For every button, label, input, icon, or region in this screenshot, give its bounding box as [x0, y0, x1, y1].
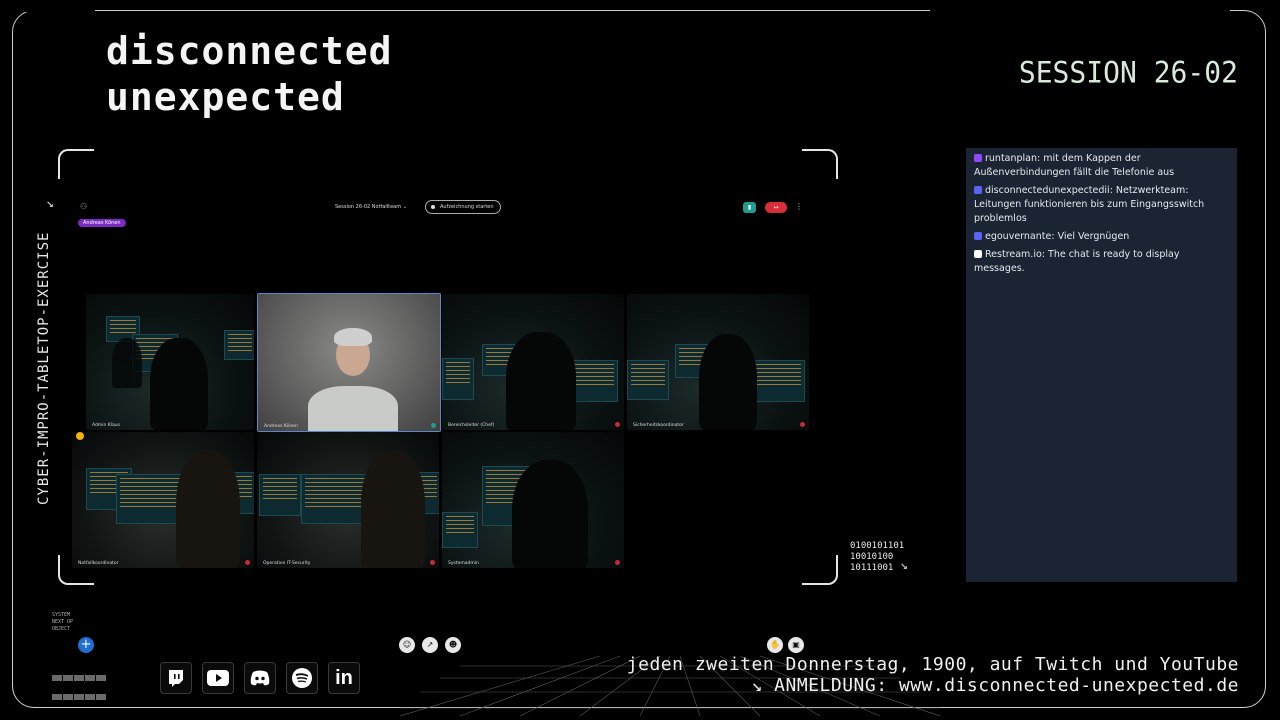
- sys-line: OBJECT: [52, 626, 71, 632]
- sys-line: NEXT OP: [52, 619, 74, 625]
- record-button[interactable]: Aufzeichnung starten: [425, 200, 501, 214]
- restream-icon: [974, 250, 982, 258]
- frame-gap-left: [20, 10, 95, 12]
- meeting-toolbar: ⚇ Andreas Könen Session 26-02 Notfalltea…: [70, 190, 810, 230]
- brand-line-2: unexpected: [106, 75, 345, 119]
- frame-gap-right: [930, 10, 1230, 12]
- binary-line: 10111001: [850, 563, 894, 573]
- chat-message: runtanplan: mit dem Kappen der Außenverb…: [966, 152, 1237, 180]
- mic-muted-icon: [615, 560, 620, 565]
- brand-logo: disconnected unexpected: [106, 28, 393, 120]
- brand-line-1: disconnected: [106, 29, 393, 73]
- chat-user: egouvernante: [985, 231, 1052, 242]
- tile-name: Bereichsleiter (Chef): [448, 423, 495, 428]
- system-info: SYSTEM NEXT OP OBJECT: [52, 612, 73, 633]
- schedule-tagline: jeden zweiten Donnerstag, 1900, auf Twit…: [627, 654, 1239, 696]
- status-blocks: [52, 668, 112, 706]
- binary-line: 0100101101: [850, 541, 905, 551]
- video-tile[interactable]: Operative IT-Security: [257, 432, 439, 568]
- bracket-top-right: [802, 149, 838, 179]
- twitch-icon[interactable]: [160, 662, 192, 694]
- binary-line: 10010100: [850, 552, 894, 562]
- participant-chip[interactable]: Andreas Könen: [78, 219, 126, 227]
- video-tile[interactable]: Notfallkoordinator: [72, 432, 254, 568]
- arrow-down-right-icon: ↘: [900, 558, 908, 573]
- video-tile[interactable]: Systemadmin: [442, 432, 624, 568]
- twitch-icon: [974, 154, 982, 162]
- chat-text: : Viel Vergnügen: [1051, 231, 1130, 242]
- video-tile[interactable]: Sicherheitskoordinator: [627, 294, 809, 430]
- tile-name: Andreas Könen: [264, 424, 298, 429]
- youtube-icon[interactable]: [202, 662, 234, 694]
- user-icon[interactable]: ⚇: [80, 202, 87, 211]
- vertical-exercise-label: CYBER-IMPRO-TABLETOP-EXERCISE: [36, 231, 52, 505]
- mic-muted-icon: [800, 422, 805, 427]
- video-meeting: ⚇ Andreas Könen Session 26-02 Notfalltea…: [70, 190, 810, 570]
- tile-name: Admin Klaus: [92, 423, 120, 428]
- tile-name: Notfallkoordinator: [78, 561, 119, 566]
- social-links: in: [160, 662, 360, 694]
- mic-muted-icon: [615, 422, 620, 427]
- video-tile[interactable]: Bereichsleiter (Chef): [442, 294, 624, 430]
- tagline-schedule: jeden zweiten Donnerstag, 1900, auf Twit…: [626, 654, 1239, 675]
- session-select[interactable]: Session 26-02 Notfallteam ⌄: [335, 204, 407, 210]
- more-options-icon[interactable]: ⋮: [795, 202, 803, 211]
- chat-user: runtanplan: [985, 153, 1038, 164]
- leave-button[interactable]: ↦: [765, 202, 787, 213]
- chat-message: disconnectedunexpectedii: Netzwerkteam: …: [966, 184, 1237, 226]
- tile-name: Sicherheitskoordinator: [633, 423, 684, 428]
- spotify-icon[interactable]: [286, 662, 318, 694]
- video-tile[interactable]: Admin Klaus: [86, 294, 254, 430]
- bracket-top-left: [58, 149, 94, 179]
- tile-name: Systemadmin: [448, 561, 479, 566]
- discord-icon: [974, 186, 982, 194]
- tile-name: Operative IT-Security: [263, 561, 311, 566]
- mic-muted-icon: [430, 560, 435, 565]
- session-title: SESSION 26-02: [1018, 55, 1238, 90]
- chat-user: disconnectedunexpectedii: [985, 185, 1110, 196]
- tagline-registration[interactable]: ↘ ANMELDUNG: www.disconnected-unexpected…: [627, 675, 1239, 696]
- arrow-down-right-icon: ↘: [46, 196, 54, 211]
- chat-panel: runtanplan: mit dem Kappen der Außenverb…: [966, 148, 1237, 582]
- chat-user: Restream.io: [985, 249, 1042, 260]
- mic-muted-icon: [245, 560, 250, 565]
- stats-button[interactable]: ▮: [743, 202, 756, 213]
- discord-icon[interactable]: [244, 662, 276, 694]
- chat-message: egouvernante: Viel Vergnügen: [966, 230, 1237, 244]
- session-select-label: Session 26-02 Notfallteam: [335, 204, 402, 210]
- video-tile-active[interactable]: Andreas Könen: [257, 293, 441, 432]
- binary-code: 0100101101 10010100 10111001: [850, 541, 904, 574]
- linkedin-icon[interactable]: in: [328, 662, 360, 694]
- sys-line: SYSTEM: [52, 612, 71, 618]
- mic-on-icon: [431, 423, 436, 428]
- chat-message: Restream.io: The chat is ready to displa…: [966, 248, 1237, 276]
- add-button[interactable]: +: [78, 637, 94, 653]
- discord-icon: [974, 232, 982, 240]
